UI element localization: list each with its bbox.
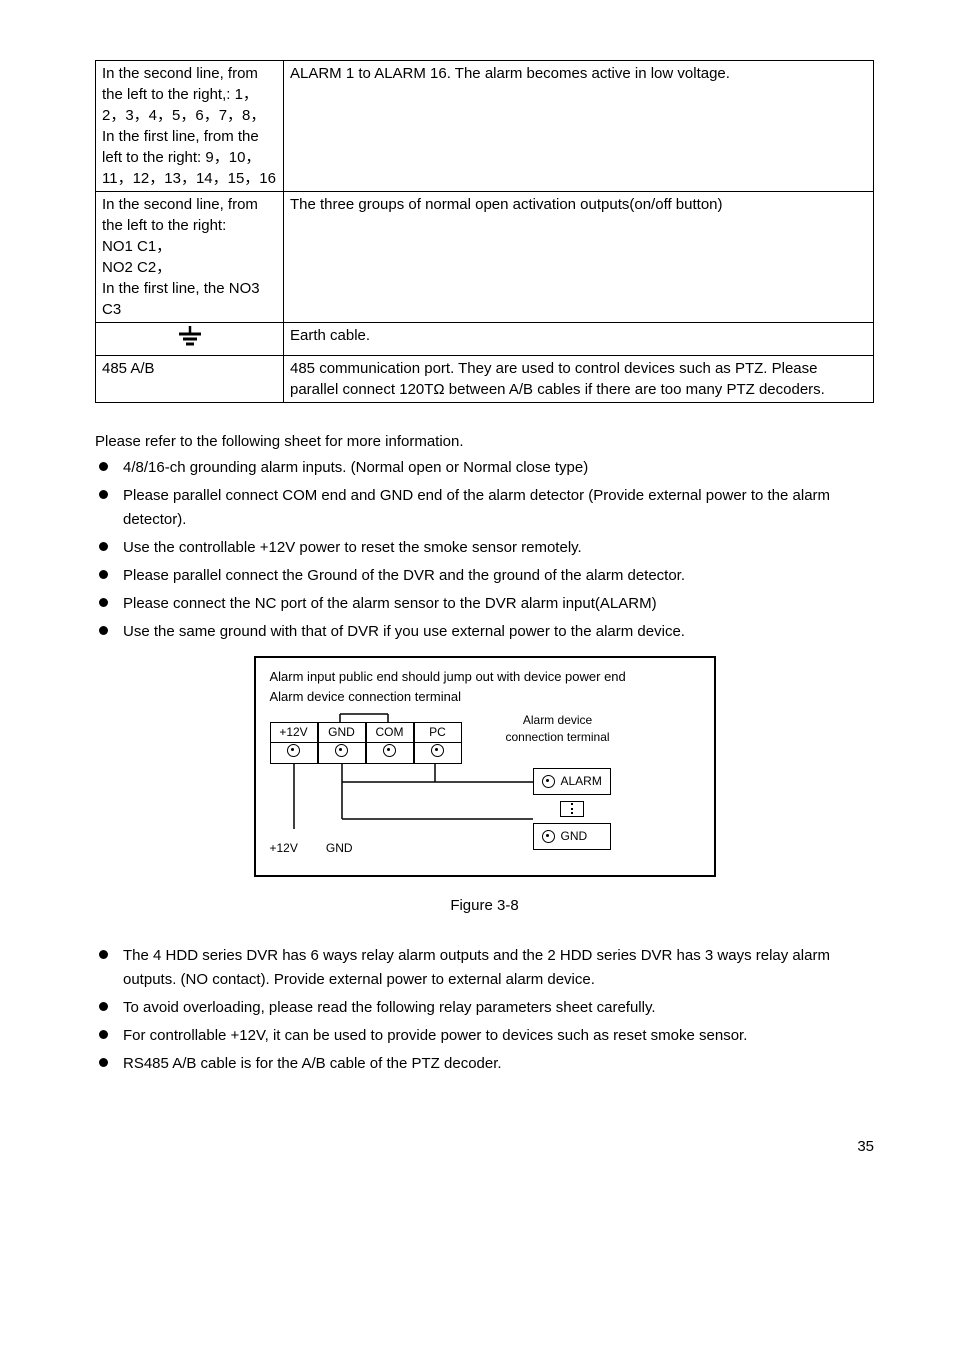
terminal-header: COM (366, 722, 414, 743)
cell-right: Earth cable. (284, 323, 874, 356)
terminal-icon (431, 744, 444, 757)
terminal-icon (383, 744, 396, 757)
terminal-pin (414, 743, 462, 764)
figure-caption: Figure 3-8 (95, 895, 874, 916)
table-row: Earth cable. (96, 323, 874, 356)
gnd-terminal: GND (533, 823, 611, 850)
terminal-icon (335, 744, 348, 757)
device-title: Alarm device (506, 712, 610, 729)
intro-text: Please refer to the following sheet for … (95, 431, 874, 452)
cell-left: In the second line, from the left to the… (96, 61, 284, 192)
device-label-block: Alarm device connection terminal (506, 712, 610, 746)
bullet-list-2: The 4 HDD series DVR has 6 ways relay al… (95, 944, 874, 1076)
table-row: 485 A/B 485 communication port. They are… (96, 356, 874, 403)
spec-table: In the second line, from the left to the… (95, 60, 874, 403)
earth-icon (175, 336, 205, 353)
diagram-title-2: Alarm device connection terminal (270, 688, 700, 706)
terminal-block: +12V GND COM PC (270, 712, 466, 764)
list-item: 4/8/16-ch grounding alarm inputs. (Norma… (95, 456, 874, 480)
terminal-header: PC (414, 722, 462, 743)
list-item: Please connect the NC port of the alarm … (95, 592, 874, 616)
list-item: Use the controllable +12V power to reset… (95, 536, 874, 560)
list-item: Please parallel connect the Ground of th… (95, 564, 874, 588)
table-row: In the second line, from the left to the… (96, 61, 874, 192)
diagram-wrapper: Alarm input public end should jump out w… (95, 656, 874, 877)
list-item: The 4 HDD series DVR has 6 ways relay al… (95, 944, 874, 992)
resistor-icon (560, 801, 584, 817)
cell-left: In the second line, from the left to the… (96, 192, 284, 323)
gnd-label: GND (561, 828, 588, 845)
terminal-header: GND (318, 722, 366, 743)
cell-right: 485 communication port. They are used to… (284, 356, 874, 403)
page-number: 35 (95, 1136, 874, 1157)
cell-left: 485 A/B (96, 356, 284, 403)
terminal-pin (318, 743, 366, 764)
alarm-terminal: ALARM (533, 768, 611, 795)
terminal-icon (542, 775, 555, 788)
list-item: RS485 A/B cable is for the A/B cable of … (95, 1052, 874, 1076)
bottom-gnd-label: GND (326, 840, 353, 857)
list-item: For controllable +12V, it can be used to… (95, 1024, 874, 1048)
terminal-pin (270, 743, 318, 764)
cell-right: ALARM 1 to ALARM 16. The alarm becomes a… (284, 61, 874, 192)
bullet-list-1: 4/8/16-ch grounding alarm inputs. (Norma… (95, 456, 874, 644)
terminal-pin (366, 743, 414, 764)
list-item: Use the same ground with that of DVR if … (95, 620, 874, 644)
cell-left-earth (96, 323, 284, 356)
cell-right: The three groups of normal open activati… (284, 192, 874, 323)
alarm-label: ALARM (561, 773, 602, 790)
terminal-icon (287, 744, 300, 757)
table-row: In the second line, from the left to the… (96, 192, 874, 323)
terminal-icon (542, 830, 555, 843)
bottom-12v-label: +12V (270, 840, 298, 857)
terminal-header: +12V (270, 722, 318, 743)
list-item: To avoid overloading, please read the fo… (95, 996, 874, 1020)
device-subtitle: connection terminal (506, 729, 610, 746)
diagram-title-1: Alarm input public end should jump out w… (270, 668, 700, 686)
wiring-diagram: Alarm input public end should jump out w… (254, 656, 716, 877)
list-item: Please parallel connect COM end and GND … (95, 484, 874, 532)
